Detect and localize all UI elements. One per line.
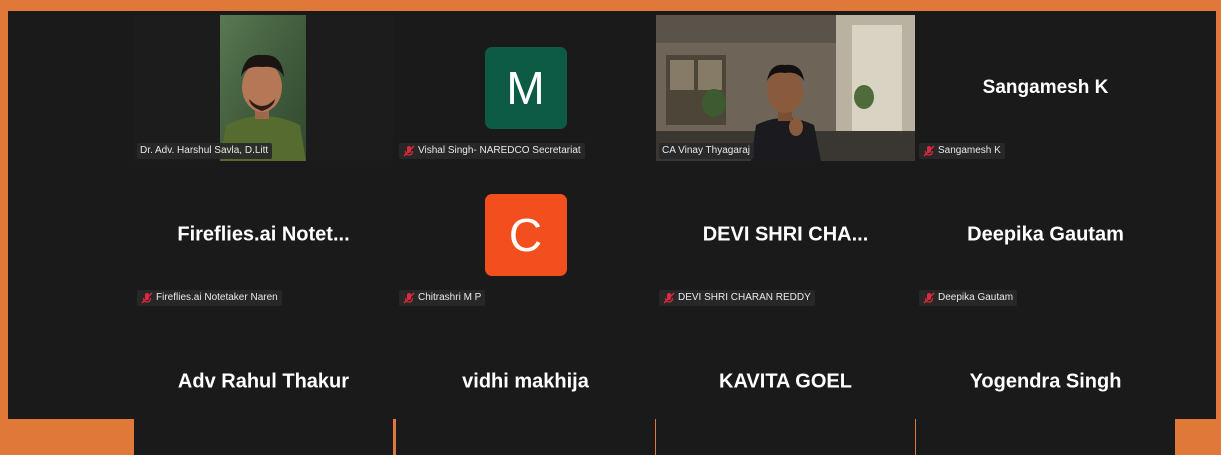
participant-name-label: Vishal Singh- NAREDCO Secretariat	[399, 143, 585, 159]
mic-muted-icon	[403, 292, 415, 304]
participant-name: DEVI SHRI CHARAN REDDY	[678, 292, 811, 303]
mic-muted-icon	[141, 292, 153, 304]
participant-tile-chitrashri[interactable]: C Chitrashri M P	[396, 162, 655, 308]
participant-name-label: CA Vinay Thyagaraj	[659, 143, 755, 159]
participant-tile-devi-shri[interactable]: DEVI SHRI CHA... DEVI SHRI CHARAN REDDY	[656, 162, 915, 308]
participant-name: Sangamesh K	[938, 145, 1001, 156]
participant-display-name: vidhi makhija	[462, 370, 589, 393]
mic-muted-icon	[663, 292, 675, 304]
participant-avatar: M	[484, 47, 567, 129]
participant-tile-harshul-savla[interactable]: Dr. Adv. Harshul Savla, D.Litt	[134, 15, 393, 161]
participant-name-label: Deepika Gautam	[919, 290, 1018, 306]
mic-muted-icon	[923, 292, 935, 304]
participant-avatar: C	[484, 194, 567, 276]
mic-muted-icon	[923, 145, 935, 157]
participant-name: Chitrashri M P	[418, 292, 482, 303]
participant-tile-kavita-goel[interactable]: KAVITA GOEL	[656, 309, 915, 455]
participant-name-label: Fireflies.ai Notetaker Naren	[137, 290, 282, 306]
participant-tile-rahul-thakur[interactable]: Adv Rahul Thakur	[134, 309, 393, 455]
participant-name-label: Chitrashri M P	[399, 290, 486, 306]
participant-video	[134, 15, 393, 161]
participant-display-name: Yogendra Singh	[969, 370, 1122, 393]
participant-name: CA Vinay Thyagaraj	[662, 145, 751, 156]
participant-name-label: Sangamesh K	[919, 143, 1005, 159]
participant-tile-fireflies[interactable]: Fireflies.ai Notet... Fireflies.ai Notet…	[134, 162, 393, 308]
participant-tile-deepika[interactable]: Deepika Gautam Deepika Gautam	[916, 162, 1175, 308]
meeting-gallery: Dr. Adv. Harshul Savla, D.Litt M Vishal …	[8, 11, 1216, 455]
participant-tile-vishal-singh[interactable]: M Vishal Singh- NAREDCO Secretariat	[396, 15, 655, 161]
participant-tile-vinay-thyagaraj[interactable]: CA Vinay Thyagaraj	[656, 15, 915, 161]
participant-display-name: Sangamesh K	[982, 77, 1109, 98]
participant-video	[656, 15, 915, 161]
participant-name: Vishal Singh- NAREDCO Secretariat	[418, 145, 581, 156]
participant-display-name: Deepika Gautam	[967, 223, 1124, 246]
participant-tile-vidhi-makhija[interactable]: vidhi makhija	[396, 309, 655, 455]
participant-display-name: KAVITA GOEL	[719, 370, 852, 393]
participant-tile-yogendra-singh[interactable]: Yogendra Singh	[916, 309, 1175, 455]
mic-muted-icon	[403, 145, 415, 157]
participant-tile-sangamesh-k[interactable]: Sangamesh K Sangamesh K	[916, 15, 1175, 161]
participant-name: Dr. Adv. Harshul Savla, D.Litt	[140, 145, 269, 156]
participant-display-name: DEVI SHRI CHA...	[702, 223, 869, 246]
participant-display-name: Adv Rahul Thakur	[177, 370, 350, 393]
participant-name: Deepika Gautam	[938, 292, 1014, 303]
participant-name-label: Dr. Adv. Harshul Savla, D.Litt	[137, 143, 273, 159]
participant-name: Fireflies.ai Notetaker Naren	[156, 292, 278, 303]
participant-display-name: Fireflies.ai Notet...	[177, 223, 350, 246]
participant-name-label: DEVI SHRI CHARAN REDDY	[659, 290, 815, 306]
